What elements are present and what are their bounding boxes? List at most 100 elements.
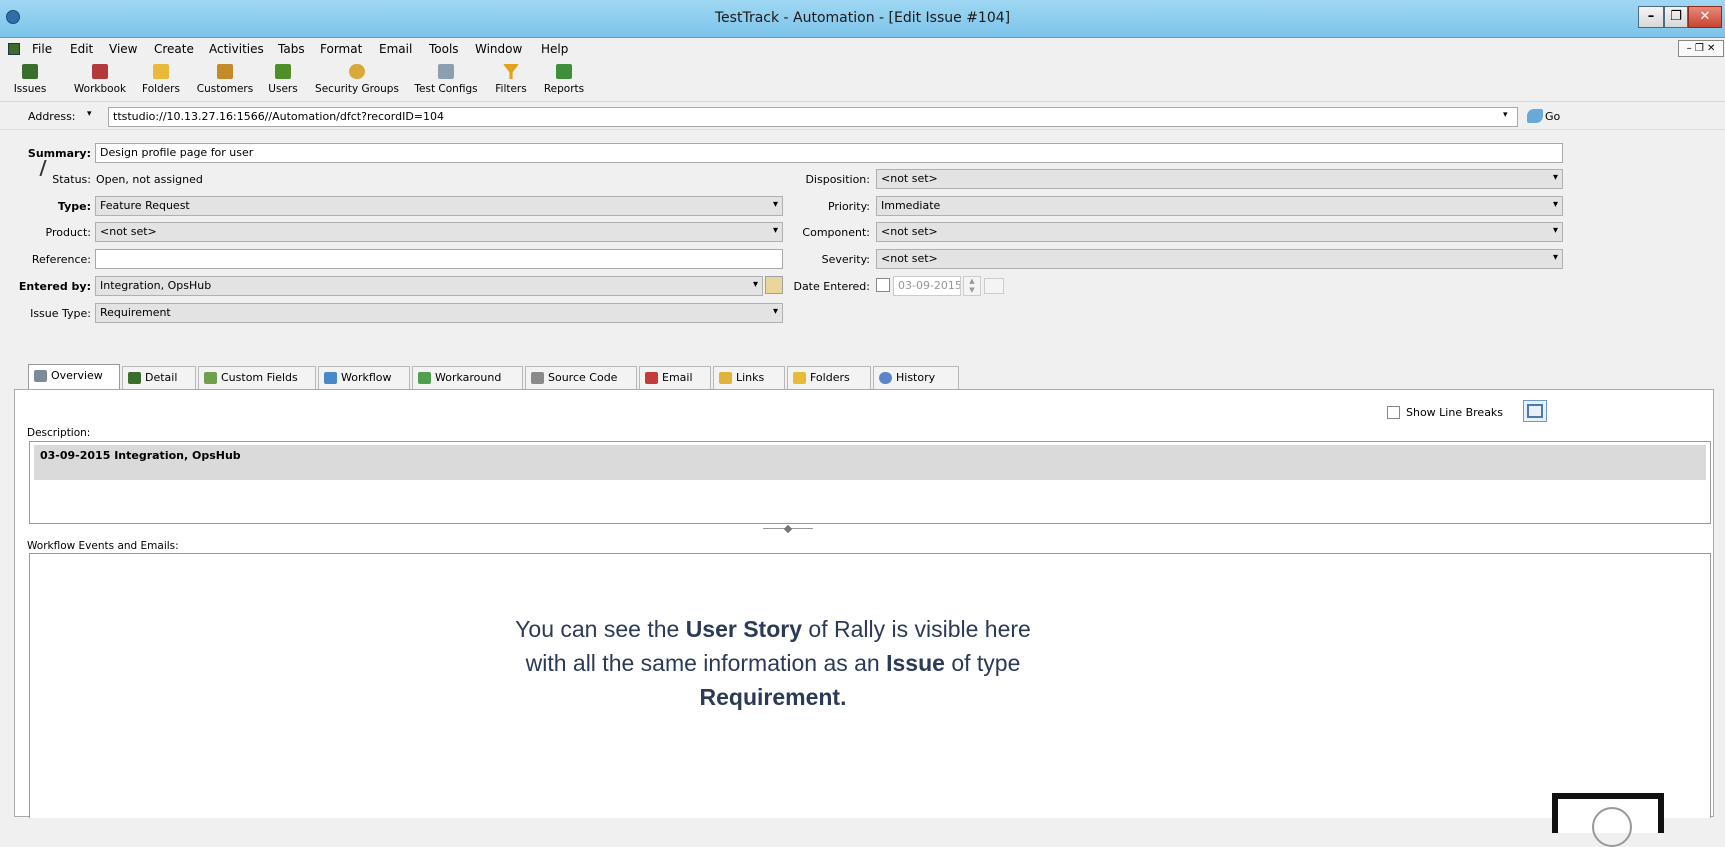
menu-create[interactable]: Create [154,42,194,56]
tab-workaround[interactable]: Workaround [412,366,523,390]
toolbar-customers-button[interactable]: Customers [192,64,258,95]
chevron-down-icon: ▾ [772,199,778,210]
toolbar: Issues Workbook Folders Customers Users … [0,60,1725,102]
funnel-icon [503,64,519,79]
tab-label: History [896,371,936,384]
severity-select[interactable]: <not set> ▾ [876,249,1563,269]
entered-by-select[interactable]: Integration, OpsHub ▾ [95,276,763,296]
tab-email[interactable]: Email [639,366,711,390]
menu-edit[interactable]: Edit [70,42,93,56]
toolbar-label: Test Configs [414,83,478,95]
chevron-down-icon: ▾ [772,225,778,236]
overview-icon [34,370,47,382]
tab-custom-fields[interactable]: Custom Fields [198,366,316,390]
product-select[interactable]: <not set> ▾ [95,222,783,242]
caption-text: of Rally is visible here [802,616,1031,642]
overview-panel: Show Line Breaks Description: 03-09-2015… [14,389,1714,818]
caption-line-1: You can see the User Story of Rally is v… [478,612,1068,646]
type-select[interactable]: Feature Request ▾ [95,196,783,216]
toolbar-label: Users [268,83,298,95]
tab-label: Custom Fields [221,371,298,384]
product-label: Product: [45,226,91,239]
tab-detail[interactable]: Detail [122,366,196,390]
reference-label: Reference: [31,253,91,266]
caption-text: of type [944,650,1021,676]
entered-by-label: Entered by: [18,280,91,293]
tab-folders[interactable]: Folders [787,366,871,390]
show-line-breaks-label: Show Line Breaks [1406,406,1504,419]
toolbar-reports-button[interactable]: Reports [538,64,590,95]
menu-tabs[interactable]: Tabs [278,42,305,56]
workaround-icon [418,372,431,384]
mdi-controls[interactable]: – ❐ ✕ [1678,40,1724,57]
toolbar-folders-button[interactable]: Folders [137,64,185,95]
toolbar-test-configs-button[interactable]: Test Configs [408,64,484,95]
show-line-breaks-checkbox[interactable] [1387,406,1400,419]
caption-text: with all the same information as an [525,650,887,676]
address-history-dropdown[interactable]: ▾ [87,109,92,119]
tab-overview[interactable]: Overview [28,364,120,390]
workflow-icon [324,372,337,384]
restore-button[interactable]: ❐ [1664,6,1688,28]
tab-label: Links [736,371,765,384]
component-select[interactable]: <not set> ▾ [876,222,1563,242]
toolbar-label: Folders [142,83,180,95]
tab-links[interactable]: Links [713,366,785,390]
type-label: Type: [57,200,91,213]
menu-help[interactable]: Help [541,42,568,56]
toolbar-label: Customers [196,83,254,95]
menu-activities[interactable]: Activities [209,42,264,56]
priority-select[interactable]: Immediate ▾ [876,196,1563,216]
close-button[interactable]: ✕ [1688,6,1722,28]
menu-file[interactable]: File [32,42,52,56]
entered-by-select-value: Integration, OpsHub [100,279,212,292]
status-value: Open, not assigned [96,173,203,186]
chevron-down-icon[interactable]: ▾ [1503,110,1508,120]
toolbar-label: Issues [13,83,47,95]
issue-type-select[interactable]: Requirement ▾ [95,303,783,323]
date-entered-checkbox[interactable] [876,278,890,292]
layout-toggle-button[interactable] [1523,400,1547,422]
tab-history[interactable]: History [873,366,959,390]
history-icon [879,372,892,384]
caption-line-3: Requirement. [478,680,1068,714]
address-input[interactable]: ttstudio://10.13.27.16:1566//Automation/… [108,107,1518,127]
menu-bar: File Edit View Create Activities Tabs Fo… [0,38,1725,60]
chevron-down-icon: ▾ [1552,252,1558,263]
toolbar-workbook-button[interactable]: Workbook [70,64,130,95]
tab-source-code[interactable]: Source Code [525,366,637,390]
go-arrow-icon[interactable] [1527,109,1543,123]
user-lookup-button[interactable] [765,276,783,294]
layout-icon [1527,404,1543,418]
go-button[interactable]: Go [1545,110,1560,123]
toolbar-security-groups-button[interactable]: Security Groups [309,64,405,95]
tab-label: Overview [51,369,103,382]
toolbar-users-button[interactable]: Users [262,64,304,95]
menu-view[interactable]: View [109,42,137,56]
summary-input[interactable]: Design profile page for user [95,143,1563,163]
menu-email[interactable]: Email [379,42,412,56]
date-entered-field[interactable]: 03-09-2015 [893,276,961,296]
menu-tools[interactable]: Tools [429,42,459,56]
description-box[interactable]: 03-09-2015 Integration, OpsHub [29,441,1711,524]
date-spinner[interactable]: ▲ ▼ [963,276,981,296]
toolbar-label: Filters [495,83,527,95]
issue-type-label: Issue Type: [30,307,91,320]
disposition-select[interactable]: <not set> ▾ [876,169,1563,189]
date-entered-label: Date Entered: [793,280,870,293]
calendar-button[interactable] [984,278,1004,294]
tab-workflow[interactable]: Workflow [318,366,410,390]
disposition-select-value: <not set> [881,172,938,185]
address-label: Address: [28,110,76,123]
menu-format[interactable]: Format [320,42,362,56]
custom-fields-icon [204,372,217,384]
toolbar-issues-button[interactable]: Issues [10,64,50,95]
tutorial-caption: You can see the User Story of Rally is v… [478,612,1068,714]
toolbar-filters-button[interactable]: Filters [488,64,534,95]
priority-label: Priority: [827,200,870,213]
issue-type-select-value: Requirement [100,306,171,319]
reference-input[interactable] [95,249,783,269]
menu-window[interactable]: Window [475,42,522,56]
minimize-button[interactable]: – [1638,6,1664,28]
reports-icon [556,64,572,79]
